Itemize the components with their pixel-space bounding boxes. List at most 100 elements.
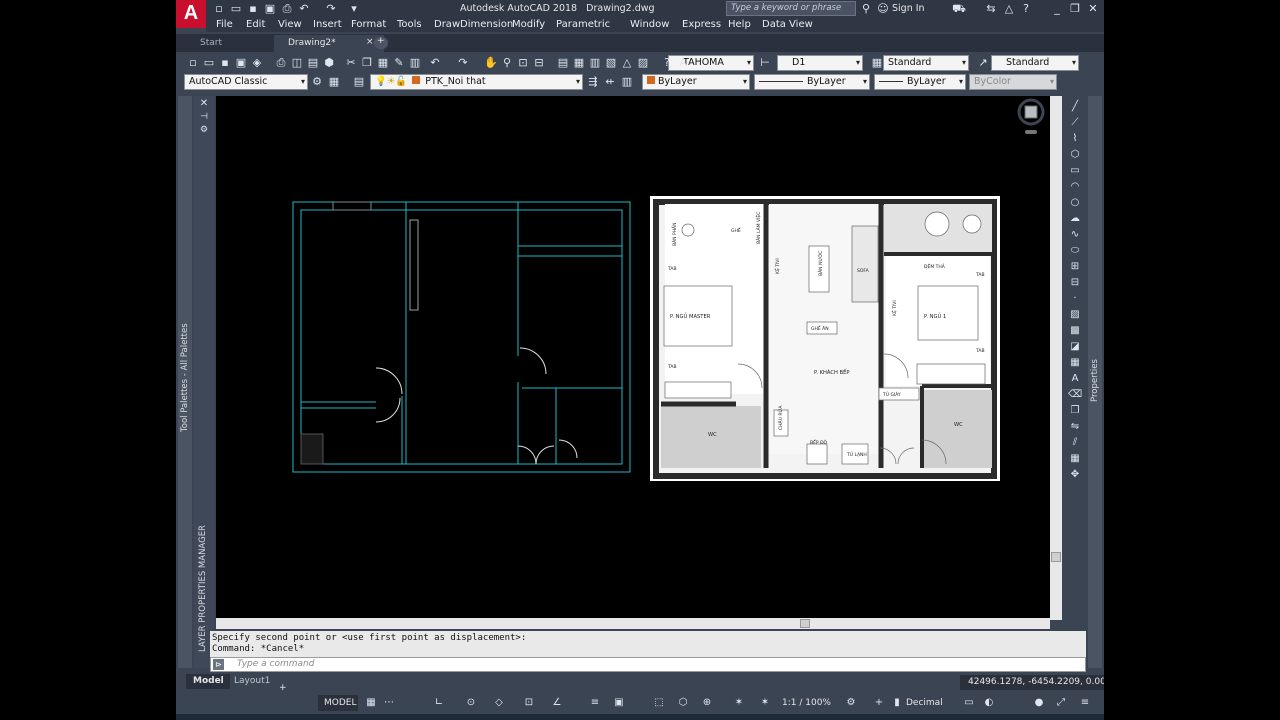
polar-icon[interactable]: ⊙ — [464, 696, 478, 710]
command-input[interactable]: Type a command — [237, 659, 314, 669]
construction-line-icon[interactable]: ⟋ — [1068, 116, 1082, 130]
gear-icon[interactable]: ⚙ — [310, 75, 324, 89]
menu-insert[interactable]: Insert — [313, 19, 342, 30]
grid-icon[interactable]: ▦ — [364, 696, 378, 710]
move-icon[interactable]: ✥ — [1068, 468, 1082, 482]
pin-icon[interactable]: ⊣ — [197, 110, 211, 124]
menu-data-view[interactable]: Data View — [762, 19, 813, 30]
tab-close-icon[interactable]: × — [366, 37, 374, 47]
clean-screen-icon[interactable]: ⤢ — [1054, 696, 1068, 710]
saveas-icon[interactable]: ▣ — [234, 56, 248, 70]
dim-style-icon[interactable]: ⊢ — [758, 56, 772, 70]
minimize-icon[interactable]: _ — [1050, 2, 1064, 16]
redo-icon[interactable]: ↷ — [324, 2, 338, 16]
block-editor-icon[interactable]: ▥ — [408, 56, 422, 70]
3d-osnap-icon[interactable]: ⬡ — [676, 696, 690, 710]
menu-express[interactable]: Express — [682, 19, 721, 30]
hardware-accel-icon[interactable]: ● — [1032, 696, 1046, 710]
print-icon[interactable]: ⎙ — [274, 56, 288, 70]
lock-ui-icon[interactable]: ▭ — [962, 696, 976, 710]
vertical-scroll-thumb[interactable] — [1051, 552, 1061, 562]
menu-window[interactable]: Window — [630, 19, 669, 30]
command-line[interactable]: ⊳ Type a command — [210, 657, 1086, 672]
array-icon[interactable]: ▦ — [1068, 452, 1082, 466]
add-layout-button[interactable]: + — [279, 675, 291, 693]
close-window-icon[interactable]: ✕ — [1086, 2, 1100, 16]
sign-in-link[interactable]: Sign In — [892, 3, 925, 14]
horizontal-scrollbar[interactable] — [216, 618, 1050, 629]
sheetset-icon[interactable]: ◈ — [250, 56, 264, 70]
plotstyle-select[interactable]: ByColor ▾ — [969, 74, 1057, 90]
auto-scale-icon[interactable]: ✶ — [758, 696, 772, 710]
new-file-icon[interactable]: ▫ — [212, 2, 226, 16]
hatch-icon[interactable]: ▨ — [1068, 308, 1082, 322]
quickcalc-icon[interactable]: ▨ — [636, 56, 650, 70]
menu-draw[interactable]: Draw — [434, 19, 460, 30]
zoom-window-icon[interactable]: ⊡ — [516, 56, 530, 70]
lineweight-icon[interactable]: ≡ — [588, 696, 602, 710]
snap-icon[interactable]: ⋯ — [382, 696, 396, 710]
isolate-objects-icon[interactable]: ◐ — [982, 696, 996, 710]
tab-layout1[interactable]: Layout1 — [232, 675, 272, 689]
user-icon[interactable]: ☺ — [876, 2, 890, 16]
properties-palette-strip[interactable]: Properties — [1088, 96, 1102, 668]
rectangle-icon[interactable]: ▭ — [1068, 164, 1082, 178]
search-box[interactable]: Type a keyword or phrase — [726, 1, 856, 16]
print-icon[interactable]: ⎙ — [280, 2, 294, 16]
tool-palettes-strip[interactable]: Tool Palettes - All Palettes — [178, 96, 192, 668]
layer-properties-icon[interactable]: ▤ — [352, 75, 366, 89]
annotation-scale[interactable]: 1:1 / 100% — [782, 698, 831, 708]
save-icon[interactable]: ▪ — [246, 2, 260, 16]
menu-format[interactable]: Format — [351, 19, 386, 30]
polyline-icon[interactable]: ⌇ — [1068, 132, 1082, 146]
new-icon[interactable]: ▫ — [186, 56, 200, 70]
menu-help[interactable]: Help — [728, 19, 751, 30]
redo-icon[interactable]: ↷ — [456, 56, 470, 70]
zoom-previous-icon[interactable]: ⊟ — [532, 56, 546, 70]
color-select[interactable]: ByLayer ▾ — [642, 74, 750, 90]
vertical-scrollbar[interactable] — [1050, 96, 1062, 620]
menu-file[interactable]: File — [216, 19, 233, 30]
undo-icon[interactable]: ↶ — [297, 2, 311, 16]
viewcube[interactable] — [1017, 98, 1045, 134]
cart-icon[interactable]: ⛟ — [952, 2, 966, 16]
text-style-icon[interactable]: A — [676, 56, 690, 70]
coordinates-display[interactable]: 42496.1278, -6454.2209, 0.0000 — [960, 675, 1104, 690]
menu-tools[interactable]: Tools — [397, 19, 422, 30]
model-space-button[interactable]: MODEL — [318, 695, 358, 711]
command-prompt-icon[interactable]: ⊳ — [213, 659, 224, 670]
3dprint-icon[interactable]: ⬢ — [322, 56, 336, 70]
open-file-icon[interactable]: ▭ — [229, 2, 243, 16]
revision-cloud-icon[interactable]: ☁ — [1068, 212, 1082, 226]
transparency-icon[interactable]: ▣ — [612, 696, 626, 710]
help-icon[interactable]: ? — [660, 56, 674, 70]
customize-icon[interactable]: ≡ — [1078, 696, 1092, 710]
properties-icon[interactable]: ▤ — [556, 56, 570, 70]
paste-icon[interactable]: ▦ — [376, 56, 390, 70]
menu-view[interactable]: View — [278, 19, 302, 30]
settings-icon[interactable]: ⚙ — [197, 123, 211, 137]
menu-modify[interactable]: Modify — [512, 19, 545, 30]
mirror-icon[interactable]: ⇋ — [1068, 420, 1082, 434]
restore-icon[interactable]: ❐ — [1068, 2, 1082, 16]
exchange-icon[interactable]: ⇆ — [984, 2, 998, 16]
help-icon[interactable]: ? — [1019, 2, 1033, 16]
undo-icon[interactable]: ↶ — [428, 56, 442, 70]
layer-states-icon[interactable]: ▥ — [620, 75, 634, 89]
designcenter-icon[interactable]: ▦ — [572, 56, 586, 70]
table-icon[interactable]: ▦ — [1068, 356, 1082, 370]
line-icon[interactable]: ╱ — [1068, 100, 1082, 114]
dynamic-ucs-icon[interactable]: ⊕ — [700, 696, 714, 710]
new-tab-button[interactable]: + — [374, 36, 388, 49]
multileader-style-icon[interactable]: ↗ — [976, 56, 990, 70]
publish-icon[interactable]: ▤ — [306, 56, 320, 70]
layer-manager-strip[interactable]: ✕ ⊣ ⚙ LAYER PROPERTIES MANAGER — [194, 96, 214, 668]
tab-start[interactable]: Start — [190, 36, 270, 52]
menu-parametric[interactable]: Parametric — [556, 19, 610, 30]
search-input[interactable]: Type a keyword or phrase — [731, 3, 841, 13]
tab-drawing2[interactable]: Drawing2* × — [274, 35, 384, 52]
otrack-icon[interactable]: ∠ — [550, 696, 564, 710]
annotation-monitor-icon[interactable]: + — [872, 696, 886, 710]
ellipse-icon[interactable]: ⬭ — [1068, 244, 1082, 258]
point-icon[interactable]: · — [1068, 292, 1082, 306]
